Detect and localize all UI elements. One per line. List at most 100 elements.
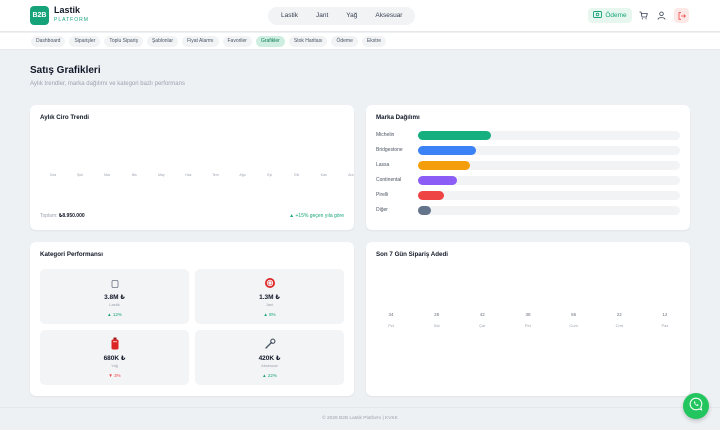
- brand-track: [418, 206, 680, 215]
- day-order-count: 38: [525, 312, 531, 317]
- tab-list: Dashboard Siparişler Toplu Sipariş Şablo…: [31, 36, 387, 47]
- revenue-total-value: ₺8.950.000: [58, 213, 85, 219]
- tab-stok-haritasi[interactable]: Stok Haritası: [288, 36, 328, 47]
- brand-distribution-card: Marka Dağılımı Michelin Bridgestone Lass…: [366, 105, 690, 230]
- month-label: Oca: [49, 173, 57, 177]
- top-nav: Lastik Jant Yağ Aksesuar: [268, 7, 416, 25]
- month-label: Şub: [76, 173, 84, 177]
- orders-7days-values: 34 28 42 38 56 22 12: [376, 312, 680, 317]
- tab-toplu-siparis[interactable]: Toplu Sipariş: [104, 36, 143, 47]
- brand-row: Continental: [376, 176, 680, 185]
- category-item-aksesuar: 420K ₺ Aksesuar ▲ 22%: [195, 330, 344, 385]
- page-title: Satış Grafikleri: [30, 65, 101, 76]
- tab-grafikler[interactable]: Grafikler: [255, 36, 285, 47]
- tab-fiyat-alarmi[interactable]: Fiyat Alarmı: [182, 36, 219, 47]
- brand-track: [418, 146, 680, 155]
- day-label: Çar: [479, 323, 486, 328]
- revenue-month-axis: Oca Şub Mar Nis May Haz Tem Ağu Eyl Eki …: [40, 173, 364, 177]
- tire-square-icon: [110, 276, 120, 294]
- month-label: Tem: [212, 173, 219, 177]
- top-nav-aksesuar[interactable]: Aksesuar: [367, 7, 410, 25]
- month-label: Ara: [348, 173, 354, 177]
- day-order-count: 12: [662, 312, 668, 317]
- day-label: Cmt: [615, 323, 623, 328]
- tab-ekstre[interactable]: Ekstre: [361, 36, 387, 47]
- month-label: Eyl: [267, 173, 273, 177]
- whatsapp-button[interactable]: [683, 393, 709, 419]
- revenue-title: Aylık Ciro Trendi: [40, 114, 89, 121]
- payment-button-label: Ödeme: [605, 12, 627, 19]
- top-bar: B2B Lastik PLATFORM Lastik Jant Yağ Akse…: [0, 0, 720, 32]
- category-name: Lastik: [109, 302, 120, 307]
- day-label: Paz: [661, 323, 669, 328]
- month-label: Eki: [294, 173, 300, 177]
- brand-name: Lastik: [54, 5, 81, 15]
- brand-row: Diğer: [376, 206, 680, 215]
- brand-bar: [418, 176, 458, 185]
- brand-row: Bridgestone: [376, 146, 680, 155]
- tab-odeme[interactable]: Ödeme: [331, 36, 358, 47]
- logo-text: B2B: [32, 12, 47, 19]
- sub-nav: Dashboard Siparişler Toplu Sipariş Şablo…: [0, 33, 720, 50]
- payment-button[interactable]: Ödeme: [588, 8, 632, 23]
- logout-button[interactable]: [674, 8, 689, 23]
- day-order-count: 56: [571, 312, 577, 317]
- user-button[interactable]: [654, 8, 669, 23]
- brand-label: Continental: [376, 177, 402, 183]
- logout-icon: [678, 7, 686, 25]
- brand-track: [418, 176, 680, 185]
- brand-bar: [418, 191, 445, 200]
- month-label: Nis: [131, 173, 137, 177]
- category-value: 420K ₺: [258, 355, 281, 362]
- cart-button[interactable]: [636, 8, 651, 23]
- tab-siparisler[interactable]: Siparişler: [69, 36, 101, 47]
- day-order-count: 28: [434, 312, 440, 317]
- category-change: ▲ 12%: [107, 312, 122, 317]
- brand-track: [418, 131, 680, 140]
- brand-bar: [418, 161, 471, 170]
- month-label: Mar: [104, 173, 111, 177]
- category-value: 3.8M ₺: [104, 294, 125, 301]
- revenue-card: Aylık Ciro Trendi Oca Şub Mar Nis May Ha…: [30, 105, 354, 230]
- day-order-count: 42: [479, 312, 485, 317]
- category-card: Kategori Performansı 3.8M ₺ Lastik ▲ 12%…: [30, 242, 354, 396]
- day-label: Cum: [569, 323, 578, 328]
- orders-7days-title: Son 7 Gün Sipariş Adedi: [376, 251, 448, 258]
- top-nav-lastik[interactable]: Lastik: [273, 7, 306, 25]
- category-value: 1.3M ₺: [259, 294, 280, 301]
- category-title: Kategori Performansı: [40, 251, 103, 258]
- day-order-count: 34: [388, 312, 394, 317]
- category-value: 680K ₺: [103, 355, 126, 362]
- user-icon: [657, 7, 666, 25]
- month-label: Haz: [185, 173, 192, 177]
- brand-label: Lassa: [376, 162, 390, 168]
- footer: © 2026 B2B Lastik Platform | KVKK: [0, 407, 720, 430]
- tab-dashboard[interactable]: Dashboard: [31, 36, 66, 47]
- whatsapp-icon: [689, 397, 703, 416]
- orders-7days-labels: Pzt Sal Çar Per Cum Cmt Paz: [376, 323, 680, 328]
- top-nav-yag[interactable]: Yağ: [338, 7, 365, 25]
- category-name: Jant: [265, 302, 274, 307]
- money-icon: [593, 11, 603, 20]
- revenue-total: Toplam: ₺8.950.000: [40, 213, 85, 219]
- brand-label: Pirelli: [376, 192, 389, 198]
- orders-7days-card: Son 7 Gün Sipariş Adedi 34 28 42 38 56 2…: [366, 242, 690, 396]
- day-label: Pzt: [388, 323, 394, 328]
- brand-bar: [418, 206, 432, 215]
- revenue-growth: ▲ +15% geçen yıla göre: [289, 213, 344, 219]
- brand-bar: [418, 131, 492, 140]
- brand-track: [418, 161, 680, 170]
- tab-favoriler[interactable]: Favoriler: [222, 36, 252, 47]
- tab-sablonlar[interactable]: Şablonlar: [146, 36, 179, 47]
- logo[interactable]: B2B: [30, 6, 49, 25]
- category-change: ▲ 8%: [263, 312, 276, 317]
- rim-icon: [264, 276, 276, 294]
- brand-row: Pirelli: [376, 191, 680, 200]
- brand-bar: [418, 146, 476, 155]
- category-item-jant: 1.3M ₺ Jant ▲ 8%: [195, 269, 344, 324]
- top-nav-jant[interactable]: Jant: [308, 7, 336, 25]
- cart-icon: [639, 7, 648, 25]
- brand-label: Diğer: [376, 207, 388, 213]
- category-item-yag: 680K ₺ Yağ ▼ 3%: [40, 330, 189, 385]
- brand-track: [418, 191, 680, 200]
